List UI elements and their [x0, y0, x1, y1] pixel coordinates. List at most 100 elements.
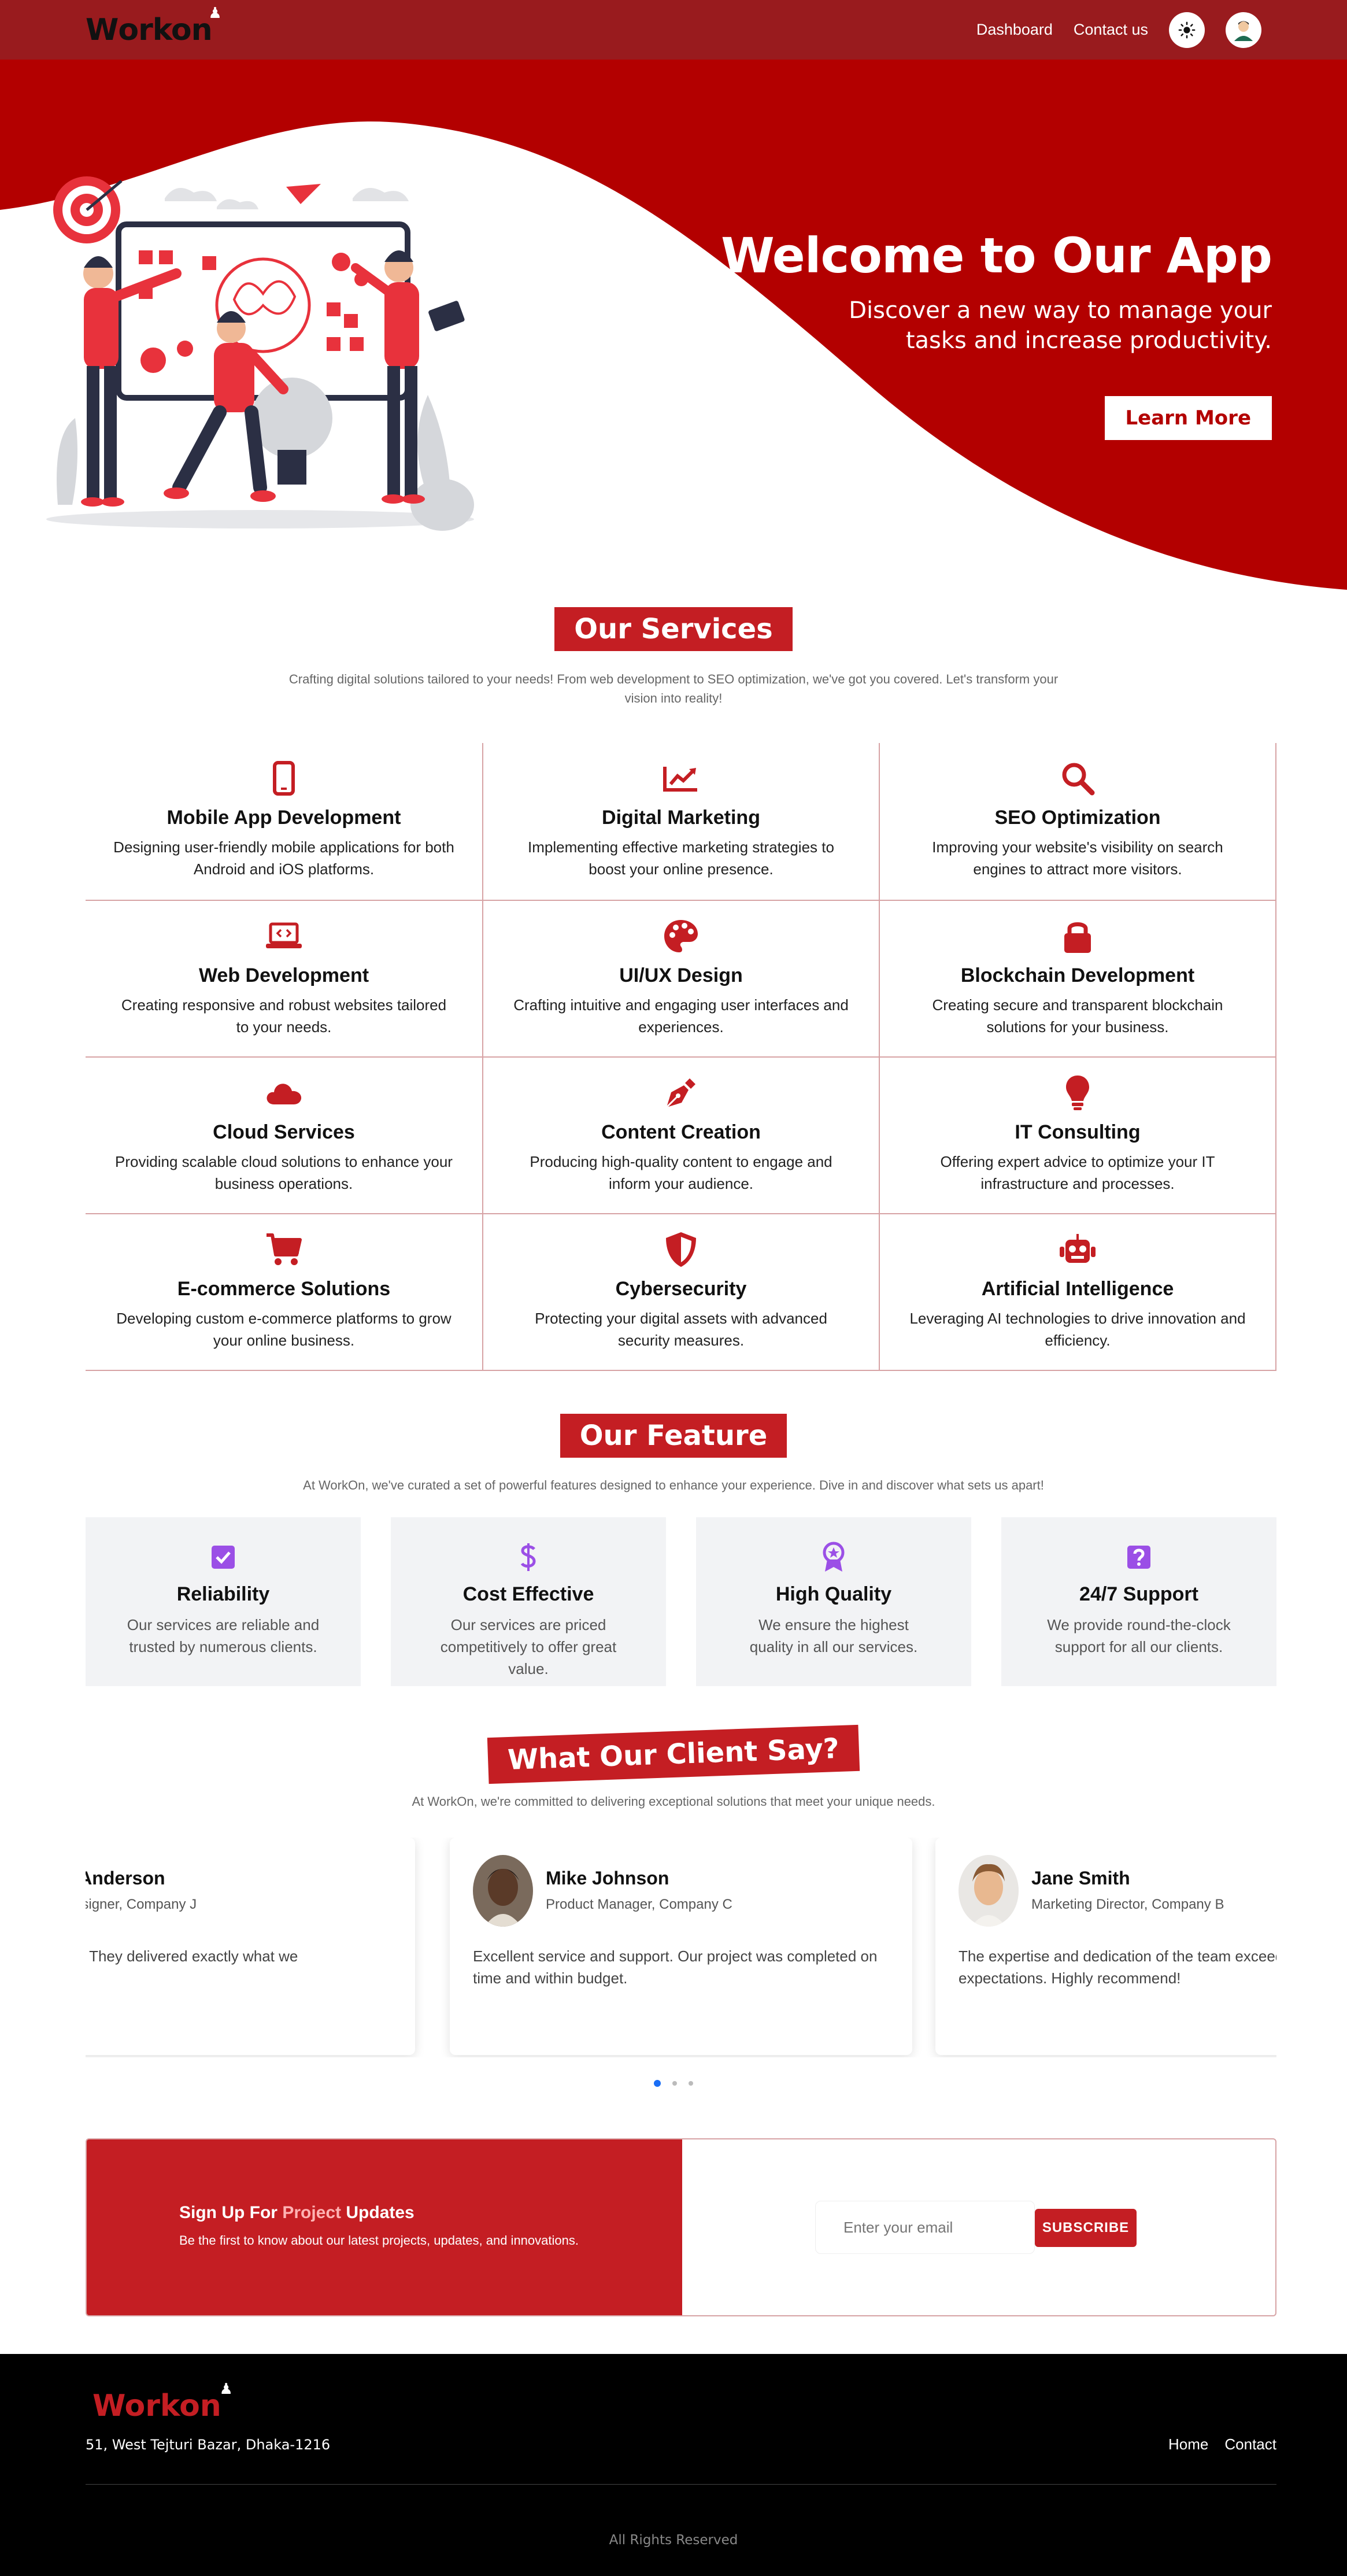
feature-title: High Quality — [775, 1583, 892, 1605]
feature-title: Reliability — [176, 1583, 270, 1605]
service-title: Blockchain Development — [960, 964, 1195, 986]
service-title: SEO Optimization — [994, 807, 1161, 829]
service-desc: Protecting your digital assets with adva… — [535, 1310, 827, 1349]
service-title: UI/UX Design — [619, 964, 743, 986]
service-card[interactable]: UI/UX Design Crafting intuitive and enga… — [482, 900, 879, 1056]
footer-logo[interactable]: Workon ♟ — [92, 2381, 233, 2423]
testimonial-role: ef Designer, Company J — [86, 1897, 197, 1912]
service-desc: Offering expert advice to optimize your … — [940, 1153, 1215, 1192]
logo-rest: orkon — [118, 12, 212, 47]
carousel-dot-active[interactable] — [654, 2079, 661, 2087]
service-title: Cybersecurity — [615, 1278, 747, 1300]
footer-contact-link[interactable]: Contact — [1224, 2435, 1276, 2453]
service-card[interactable]: Web Development Creating responsive and … — [86, 900, 482, 1056]
hero-title: Welcome to Our App — [721, 227, 1272, 284]
service-title: Artificial Intelligence — [981, 1278, 1174, 1300]
user-avatar-button[interactable] — [1226, 12, 1261, 48]
check-square-icon — [86, 1540, 361, 1574]
carousel-dot[interactable] — [672, 2081, 677, 2086]
service-title: Mobile App Development — [166, 807, 401, 829]
testimonial-quote: ofessional team. They delivered exactly … — [86, 1947, 298, 1965]
services-subtitle: Crafting digital solutions tailored to y… — [288, 672, 1059, 705]
testimonial-quote: The expertise and dedication of the team… — [959, 1947, 1276, 1987]
pen-nib-icon — [483, 1073, 879, 1113]
testimonial-role: Product Manager, Company C — [546, 1897, 732, 1912]
avatar-icon — [1230, 16, 1257, 44]
newsletter-title-accent: Project — [282, 2203, 342, 2222]
service-card[interactable]: Blockchain Development Creating secure a… — [879, 900, 1275, 1056]
mobile-icon — [86, 758, 482, 799]
testimonial-carousel[interactable]: via Anderson ef Designer, Company J ofes… — [86, 1838, 1276, 2057]
service-card[interactable]: Mobile App Development Designing user-fr… — [86, 743, 482, 900]
search-icon — [880, 758, 1275, 799]
feature-title: 24/7 Support — [1079, 1583, 1198, 1605]
service-card[interactable]: Digital Marketing Implementing effective… — [482, 743, 879, 900]
navbar: Workon ♟ Dashboard Contact us — [0, 0, 1347, 60]
avatar — [959, 1855, 1019, 1927]
service-card[interactable]: Artificial Intelligence Leveraging AI te… — [879, 1213, 1275, 1370]
service-title: IT Consulting — [1015, 1121, 1141, 1143]
feature-card[interactable]: High Quality We ensure the highest quali… — [696, 1517, 971, 1686]
lightbulb-icon — [880, 1073, 1275, 1113]
theme-toggle-button[interactable] — [1169, 12, 1205, 48]
service-desc: Developing custom e-commerce platforms t… — [116, 1310, 452, 1349]
service-desc: Improving your website's visibility on s… — [932, 838, 1223, 878]
footer: Workon ♟ 51, West Tejturi Bazar, Dhaka-1… — [0, 2354, 1347, 2576]
footer-divider — [86, 2484, 1276, 2485]
testimonial-quote: Excellent service and support. Our proje… — [473, 1947, 878, 1987]
footer-logo-w: W — [92, 2389, 125, 2423]
copyright: All Rights Reserved — [609, 2533, 738, 2548]
testimonial-card: via Anderson ef Designer, Company J ofes… — [86, 1838, 415, 2055]
testimonials-subtitle: At WorkOn, we're committed to delivering… — [412, 1794, 935, 1809]
logo-person-icon: ♟ — [208, 4, 221, 22]
lock-icon — [880, 916, 1275, 956]
service-title: Digital Marketing — [602, 807, 760, 829]
palette-icon — [483, 916, 879, 956]
feature-desc: We provide round-the-clock support for a… — [1047, 1616, 1231, 1655]
service-card[interactable]: Content Creation Producing high-quality … — [482, 1056, 879, 1213]
subscribe-button[interactable]: SUBSCRIBE — [1035, 2209, 1137, 2247]
service-title: E-commerce Solutions — [177, 1278, 391, 1300]
feature-card[interactable]: 24/7 Support We provide round-the-clock … — [1001, 1517, 1276, 1686]
learn-more-button[interactable]: Learn More — [1104, 396, 1272, 440]
service-desc: Creating responsive and robust websites … — [121, 996, 447, 1036]
page: Workon ♟ Dashboard Contact us Welcome to… — [0, 0, 1347, 2576]
nav-contact-link[interactable]: Contact us — [1074, 21, 1148, 39]
hero-text-block: Welcome to Our App Discover a new way to… — [721, 227, 1272, 440]
newsletter-title-post: Updates — [341, 2203, 415, 2222]
logo-person-icon: ♟ — [219, 2381, 233, 2398]
logo[interactable]: Workon ♟ — [86, 5, 222, 47]
feature-card[interactable]: Cost Effective Our services are priced c… — [391, 1517, 666, 1686]
features-title: Our Feature — [560, 1414, 787, 1458]
question-icon — [1001, 1540, 1276, 1574]
carousel-dot[interactable] — [689, 2081, 693, 2086]
newsletter-title-pre: Sign Up For — [179, 2203, 283, 2222]
service-card[interactable]: Cybersecurity Protecting your digital as… — [482, 1213, 879, 1370]
service-desc: Creating secure and transparent blockcha… — [932, 996, 1223, 1036]
newsletter-section: Sign Up For Project Updates Be the first… — [86, 2138, 1276, 2316]
service-desc: Crafting intuitive and engaging user int… — [513, 996, 849, 1036]
dollar-icon — [391, 1540, 666, 1574]
footer-home-link[interactable]: Home — [1168, 2435, 1208, 2453]
service-title: Web Development — [198, 964, 369, 986]
feature-card[interactable]: Reliability Our services are reliable an… — [86, 1517, 361, 1686]
testimonial-name: Mike Johnson — [546, 1868, 669, 1888]
feature-title: Cost Effective — [462, 1583, 594, 1605]
service-desc: Designing user-friendly mobile applicati… — [113, 838, 454, 878]
nav-links: Dashboard Contact us — [976, 12, 1261, 48]
nav-dashboard-link[interactable]: Dashboard — [976, 21, 1053, 39]
service-desc: Leveraging AI technologies to drive inno… — [909, 1310, 1246, 1349]
service-title: Cloud Services — [213, 1121, 355, 1143]
services-title: Our Services — [554, 607, 793, 651]
service-desc: Producing high-quality content to engage… — [530, 1153, 832, 1192]
service-card[interactable]: E-commerce Solutions Developing custom e… — [86, 1213, 482, 1370]
service-card[interactable]: SEO Optimization Improving your website'… — [879, 743, 1275, 900]
service-card[interactable]: Cloud Services Providing scalable cloud … — [86, 1056, 482, 1213]
testimonial-role: Marketing Director, Company B — [1031, 1897, 1224, 1912]
email-field[interactable] — [815, 2201, 1035, 2254]
newsletter-title: Sign Up For Project Updates — [179, 2203, 682, 2223]
service-card[interactable]: IT Consulting Offering expert advice to … — [879, 1056, 1275, 1213]
testimonial-name: via Anderson — [86, 1868, 165, 1888]
service-desc: Providing scalable cloud solutions to en… — [115, 1153, 453, 1192]
footer-address: 51, West Tejturi Bazar, Dhaka-1216 — [86, 2437, 331, 2453]
